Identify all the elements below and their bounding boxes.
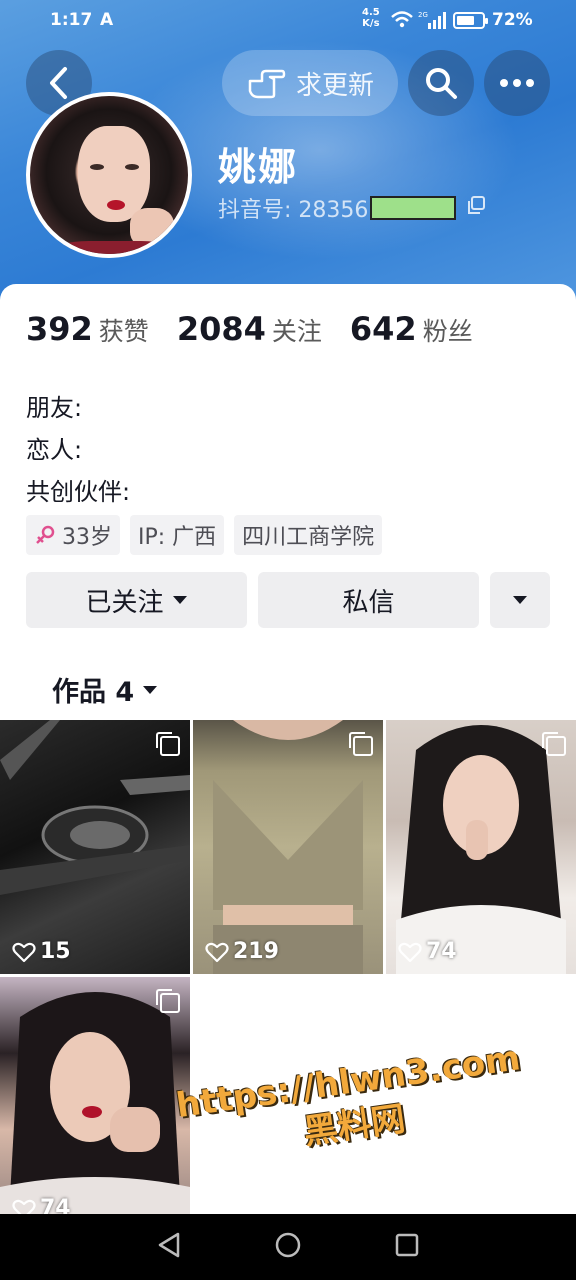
portrait-image: [0, 992, 190, 1231]
female-icon: [36, 525, 55, 544]
tag-school[interactable]: 四川工商学院: [234, 515, 383, 555]
heart-icon: [398, 942, 422, 962]
portrait-image: [396, 725, 566, 974]
net-speed-unit: K/s: [362, 18, 380, 29]
profile-tags: 33岁 IP: 广西 四川工商学院: [26, 515, 383, 555]
nav-recents-button[interactable]: [394, 1232, 420, 1262]
battery-icon: [453, 12, 488, 29]
stat-followers[interactable]: 642 粉丝: [350, 310, 473, 348]
stat-value: 642: [349, 310, 417, 348]
car-mirror-image: [0, 720, 190, 895]
avatar-eye: [125, 164, 139, 170]
stat-likes[interactable]: 392 获赞: [26, 310, 149, 348]
message-button[interactable]: 私信: [258, 572, 479, 628]
chevron-left-icon: [50, 67, 67, 99]
avatar-eye: [90, 164, 104, 170]
net-speed-value: 4.5: [362, 7, 380, 18]
relation-partner[interactable]: 恋人:: [26, 430, 82, 465]
douyin-id: 抖音号: 28356: [218, 192, 486, 224]
works-tab[interactable]: 作品 4: [52, 670, 158, 709]
like-count: 219: [205, 939, 279, 964]
square-recents-icon: [395, 1233, 419, 1257]
multi-image-icon: [156, 732, 180, 756]
search-button[interactable]: [408, 50, 474, 116]
net-speed: 4.5 K/s: [362, 7, 380, 29]
circle-home-icon: [275, 1232, 301, 1258]
works-label: 作品 4: [52, 677, 135, 708]
like-count-value: 219: [233, 939, 279, 964]
avatar[interactable]: [26, 92, 192, 258]
stat-value: 2084: [176, 310, 266, 348]
stat-label: 关注: [271, 317, 322, 346]
request-update-label: 求更新: [295, 70, 374, 101]
video-thumbnail[interactable]: 15: [0, 720, 190, 974]
multi-image-icon: [349, 732, 373, 756]
video-thumbnail[interactable]: 74: [386, 720, 576, 974]
signal-icon: 2G: [418, 10, 446, 35]
multi-image-icon: [542, 732, 566, 756]
tag-age-label: 33岁: [62, 525, 112, 550]
multi-image-icon: [156, 989, 180, 1013]
tag-ip: IP: 广西: [130, 515, 225, 555]
triangle-back-icon: [158, 1232, 180, 1258]
more-dots-icon: [500, 79, 534, 87]
like-count-value: 15: [40, 939, 71, 964]
battery-percent: 72%: [492, 10, 533, 30]
recommend-dropdown-button[interactable]: [490, 572, 550, 628]
wifi-icon: [390, 10, 414, 35]
hand-point-icon: [248, 69, 286, 99]
caret-down-icon: [513, 596, 527, 604]
request-update-button[interactable]: 求更新: [222, 50, 398, 116]
like-count: 74: [398, 939, 457, 964]
video-thumbnail[interactable]: 219: [193, 720, 383, 974]
network-type: 2G: [418, 11, 428, 19]
like-count: 15: [12, 939, 71, 964]
status-bar: 1:17 A 4.5 K/s 2G 72%: [0, 0, 576, 44]
system-nav-bar: [0, 1214, 576, 1280]
nav-back-button[interactable]: [156, 1231, 182, 1263]
follow-label: 已关注: [85, 587, 164, 618]
relation-co-creator[interactable]: 共创伙伴:: [26, 472, 130, 507]
search-icon: [426, 68, 457, 99]
avatar-lips: [107, 200, 125, 210]
redaction-mask: [370, 196, 457, 220]
more-button[interactable]: [484, 50, 550, 116]
profile-name: 姚娜: [218, 145, 299, 189]
like-count-value: 74: [426, 939, 457, 964]
heart-icon: [12, 942, 36, 962]
copy-icon[interactable]: [466, 195, 486, 221]
outfit-image: [213, 720, 363, 974]
nav-home-button[interactable]: [274, 1231, 302, 1263]
tag-age: 33岁: [26, 515, 120, 555]
stat-label: 粉丝: [422, 317, 473, 346]
follow-button[interactable]: 已关注: [26, 572, 247, 628]
relation-friends[interactable]: 朋友:: [26, 388, 82, 423]
status-time: 1:17: [50, 10, 93, 30]
heart-icon: [205, 942, 229, 962]
accessibility-icon: A: [100, 10, 114, 30]
tag-school-label: 四川工商学院: [242, 525, 375, 550]
douyin-id-text: 抖音号: 28356: [218, 198, 369, 223]
stat-value: 392: [26, 310, 93, 348]
caret-down-icon: [172, 596, 187, 604]
tag-ip-label: IP: 广西: [138, 525, 217, 550]
message-label: 私信: [342, 587, 395, 618]
stat-following[interactable]: 2084 关注: [177, 310, 322, 348]
battery-fill: [457, 16, 475, 25]
profile-stats: 392 获赞 2084 关注 642 粉丝: [26, 310, 501, 348]
video-thumbnail[interactable]: 74: [0, 977, 190, 1231]
caret-down-icon: [143, 685, 158, 694]
stat-label: 获赞: [98, 317, 149, 346]
